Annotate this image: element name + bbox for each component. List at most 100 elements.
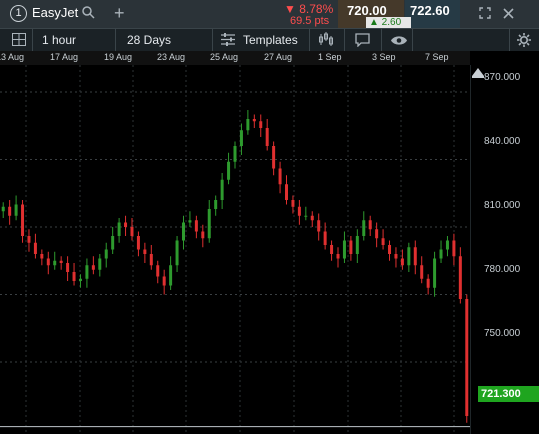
plus-icon[interactable]: + bbox=[114, 4, 125, 22]
candle-body bbox=[362, 220, 366, 236]
candle-body bbox=[156, 265, 160, 277]
candle-body bbox=[394, 254, 398, 259]
candle-body bbox=[375, 229, 379, 239]
candle-body bbox=[27, 236, 31, 243]
sell-price: 720.00 bbox=[347, 3, 387, 18]
candle-body bbox=[407, 247, 411, 266]
candle-body bbox=[233, 146, 237, 162]
candle-body bbox=[445, 240, 449, 250]
candle-body bbox=[297, 206, 301, 216]
candle-body bbox=[291, 200, 295, 207]
candle-body bbox=[1, 206, 5, 212]
eye-icon[interactable] bbox=[391, 34, 407, 48]
candle-body bbox=[458, 256, 462, 299]
candle-body bbox=[66, 263, 70, 272]
close-icon[interactable] bbox=[503, 7, 514, 21]
candle-body bbox=[388, 245, 392, 254]
price-chart[interactable] bbox=[0, 65, 470, 434]
candle-body bbox=[181, 222, 185, 241]
candle-body bbox=[239, 130, 243, 146]
date-label: 3 Sep bbox=[372, 52, 396, 62]
candle-body bbox=[310, 215, 314, 221]
interval-select[interactable]: 1 hour bbox=[42, 33, 76, 47]
candle-body bbox=[104, 249, 108, 259]
candle-body bbox=[98, 258, 102, 270]
candle-body bbox=[426, 278, 430, 288]
candle-body bbox=[124, 222, 128, 227]
candle-body bbox=[259, 121, 263, 128]
candle-body bbox=[400, 258, 404, 266]
candle-body bbox=[220, 179, 224, 200]
indicators-icon[interactable] bbox=[318, 32, 336, 49]
candle-body bbox=[201, 231, 205, 239]
templates-icon[interactable] bbox=[221, 33, 235, 48]
layout-icon[interactable] bbox=[12, 33, 26, 48]
candle-body bbox=[304, 215, 308, 217]
price-change-points: 69.5 pts bbox=[290, 15, 330, 27]
candle-body bbox=[72, 272, 76, 281]
date-label: 27 Aug bbox=[264, 52, 293, 62]
price-tick: 810.000 bbox=[484, 200, 521, 211]
candle-body bbox=[143, 249, 147, 254]
candle-body bbox=[272, 146, 276, 169]
price-tick: 840.000 bbox=[484, 136, 521, 147]
price-tick: 780.000 bbox=[484, 264, 521, 275]
candle-body bbox=[149, 254, 153, 266]
price-axis bbox=[470, 65, 539, 434]
date-label: 23 Aug bbox=[157, 52, 186, 62]
spread-value: ▲ 2.60 bbox=[366, 17, 411, 28]
alert-icon[interactable] bbox=[472, 66, 484, 80]
candle-body bbox=[330, 245, 334, 254]
candle-body bbox=[465, 299, 469, 416]
candle-body bbox=[130, 227, 134, 236]
candle-body bbox=[78, 278, 82, 281]
price-tick: 750.000 bbox=[484, 328, 521, 339]
candle-body bbox=[349, 240, 353, 254]
date-label: 1 Sep bbox=[318, 52, 342, 62]
date-label: 25 Aug bbox=[210, 52, 239, 62]
candle-body bbox=[336, 254, 340, 259]
candle-body bbox=[40, 254, 44, 259]
instrument-name[interactable]: EasyJet bbox=[32, 5, 78, 20]
candle-body bbox=[413, 247, 417, 266]
templates-button[interactable]: Templates bbox=[243, 33, 298, 47]
price-change-percent: ▼ 8.78% bbox=[284, 2, 334, 16]
candle-body bbox=[175, 240, 179, 266]
candle-body bbox=[227, 161, 231, 180]
search-icon[interactable] bbox=[82, 6, 95, 21]
candle-body bbox=[252, 119, 256, 122]
chart-toolbar: 1 hour 28 Days Templates bbox=[0, 28, 539, 51]
candle-body bbox=[194, 220, 198, 232]
candle-body bbox=[169, 265, 173, 286]
price-tick: 870.000 bbox=[484, 72, 521, 83]
candle-body bbox=[59, 260, 63, 263]
candle-body bbox=[85, 265, 89, 279]
date-label: 7 Sep bbox=[425, 52, 449, 62]
candle-body bbox=[21, 204, 25, 236]
comment-icon[interactable] bbox=[355, 33, 370, 49]
range-select[interactable]: 28 Days bbox=[127, 33, 171, 47]
candle-body bbox=[33, 242, 37, 254]
date-label: 13 Aug bbox=[0, 52, 25, 62]
panel-number-badge[interactable]: 1 bbox=[10, 5, 27, 22]
candle-body bbox=[265, 128, 269, 146]
candle-body bbox=[439, 249, 443, 259]
expand-icon[interactable] bbox=[479, 7, 491, 21]
candle-body bbox=[452, 240, 456, 257]
date-label: 17 Aug bbox=[50, 52, 79, 62]
date-axis: 13 Aug 17 Aug 19 Aug 23 Aug 25 Aug 27 Au… bbox=[0, 51, 470, 65]
current-price-label: 721.300 bbox=[478, 386, 539, 402]
candle-body bbox=[188, 220, 192, 223]
candle-body bbox=[433, 258, 437, 288]
candle-body bbox=[342, 240, 346, 259]
settings-icon[interactable] bbox=[517, 33, 531, 49]
candle-body bbox=[8, 206, 12, 216]
candle-body bbox=[111, 236, 115, 250]
candle-body bbox=[381, 238, 385, 245]
date-label: 19 Aug bbox=[104, 52, 133, 62]
candle-body bbox=[278, 168, 282, 185]
candle-body bbox=[317, 220, 321, 232]
candle-body bbox=[214, 200, 218, 209]
candle-body bbox=[46, 258, 50, 266]
buy-button[interactable]: 722.60 bbox=[405, 0, 460, 28]
